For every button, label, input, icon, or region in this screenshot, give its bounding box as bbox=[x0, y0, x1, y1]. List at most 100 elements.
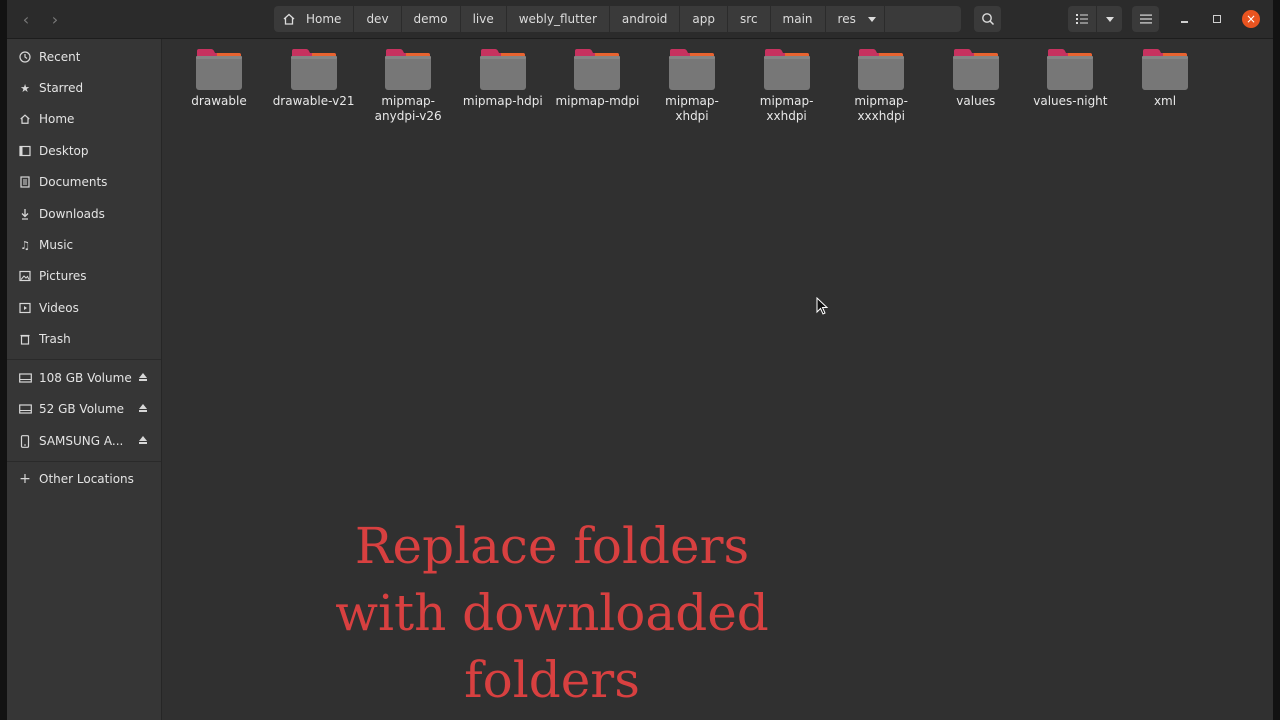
sidebar-item-downloads[interactable]: Downloads bbox=[7, 200, 161, 228]
crumb-src[interactable]: src bbox=[728, 6, 770, 32]
view-options-button[interactable] bbox=[1097, 6, 1122, 32]
file-grid[interactable]: drawable drawable-v21 mipmap-anydpi-v26 mip… bbox=[162, 39, 1273, 720]
trash-icon bbox=[18, 332, 32, 346]
chevron-right-icon: › bbox=[51, 9, 59, 29]
crumb-label: dev bbox=[366, 12, 389, 26]
folder-icon bbox=[1047, 49, 1094, 90]
folder-item[interactable]: xml bbox=[1118, 47, 1212, 109]
crumb-dev[interactable]: dev bbox=[354, 6, 401, 32]
crumb-live[interactable]: live bbox=[460, 6, 506, 32]
sidebar-item-label: 52 GB Volume bbox=[39, 402, 125, 416]
crumb-label: main bbox=[782, 12, 813, 26]
download-icon bbox=[18, 207, 32, 221]
sidebar-item-label: Recent bbox=[39, 50, 81, 64]
folder-item[interactable]: mipmap-xxxhdpi bbox=[834, 47, 928, 124]
eject-icon[interactable] bbox=[139, 404, 147, 412]
folder-icon bbox=[1142, 49, 1188, 90]
caret-down-icon bbox=[867, 16, 876, 22]
crumb-label: src bbox=[740, 12, 758, 26]
list-view-icon bbox=[1076, 14, 1088, 24]
close-button[interactable]: × bbox=[1242, 10, 1260, 28]
folder-item[interactable]: values bbox=[929, 47, 1023, 109]
star-icon: ★ bbox=[20, 81, 30, 95]
folder-name: mipmap-mdpi bbox=[555, 94, 640, 108]
sidebar-item-pictures[interactable]: Pictures bbox=[7, 262, 161, 290]
folder-name: mipmap-xxxhdpi bbox=[854, 94, 908, 123]
chevron-left-icon: ‹ bbox=[22, 9, 30, 29]
sidebar-item-videos[interactable]: Videos bbox=[7, 294, 161, 322]
folder-item[interactable]: mipmap-xhdpi bbox=[645, 47, 739, 124]
folder-icon bbox=[385, 49, 432, 90]
folder-item[interactable]: mipmap-mdpi bbox=[550, 47, 644, 109]
crumb-main[interactable]: main bbox=[770, 6, 825, 32]
close-icon: × bbox=[1245, 12, 1257, 26]
phone-icon bbox=[18, 434, 32, 448]
crumb-home[interactable]: Home bbox=[274, 6, 354, 32]
sidebar-item-label: Trash bbox=[39, 332, 71, 346]
sidebar-item-other-locations[interactable]: + Other Locations bbox=[7, 465, 161, 493]
minimize-button[interactable] bbox=[1175, 10, 1193, 28]
picture-icon bbox=[18, 269, 32, 283]
folder-icon bbox=[290, 49, 337, 90]
folder-item[interactable]: values-night bbox=[1023, 47, 1117, 109]
caret-down-icon bbox=[1105, 16, 1114, 22]
folder-item[interactable]: drawable bbox=[172, 47, 266, 109]
crumb-android[interactable]: android bbox=[609, 6, 680, 32]
crumb-label: demo bbox=[413, 12, 448, 26]
search-button[interactable] bbox=[974, 6, 1001, 32]
main-menu-button[interactable] bbox=[1132, 6, 1159, 32]
folder-icon bbox=[479, 49, 526, 90]
folder-item[interactable]: mipmap-anydpi-v26 bbox=[361, 47, 455, 124]
sidebar-item-trash[interactable]: Trash bbox=[7, 325, 161, 353]
clock-icon bbox=[18, 50, 32, 64]
sidebar-item-starred[interactable]: ★ Starred bbox=[7, 74, 161, 102]
sidebar-item-108gb-volume[interactable]: 108 GB Volume bbox=[7, 364, 161, 392]
folder-item[interactable]: mipmap-hdpi bbox=[456, 47, 550, 109]
sidebar-item-52gb-volume[interactable]: 52 GB Volume bbox=[7, 395, 161, 423]
list-view-button[interactable] bbox=[1068, 6, 1096, 32]
crumb-webly-flutter[interactable]: webly_flutter bbox=[506, 6, 609, 32]
sidebar-item-label: Documents bbox=[39, 175, 108, 189]
hamburger-menu-icon bbox=[1139, 14, 1152, 24]
sidebar-item-recent[interactable]: Recent bbox=[7, 43, 161, 71]
folder-icon bbox=[952, 49, 999, 90]
desktop-icon bbox=[18, 144, 32, 158]
eject-icon[interactable] bbox=[139, 436, 147, 444]
crumb-label: app bbox=[692, 12, 716, 26]
forward-button[interactable]: › bbox=[40, 7, 70, 31]
home-icon bbox=[283, 13, 295, 25]
back-button[interactable]: ‹ bbox=[11, 7, 41, 31]
eject-icon[interactable] bbox=[139, 373, 147, 381]
file-manager-window: ‹ › Home dev demo live webly_flutter and… bbox=[7, 0, 1273, 720]
sidebar-item-label: SAMSUNG A... bbox=[39, 434, 124, 448]
sidebar-item-documents[interactable]: Documents bbox=[7, 168, 161, 196]
mouse-pointer-icon bbox=[816, 297, 829, 315]
sidebar: Recent ★ Starred Home Desktop Documents bbox=[7, 39, 162, 720]
folder-item[interactable]: drawable-v21 bbox=[267, 47, 361, 109]
plus-icon: + bbox=[19, 471, 31, 487]
folder-name: drawable bbox=[191, 94, 247, 108]
crumb-res[interactable]: res bbox=[825, 6, 884, 32]
sidebar-separator bbox=[7, 359, 161, 360]
maximize-icon bbox=[1213, 15, 1221, 23]
sidebar-item-desktop[interactable]: Desktop bbox=[7, 137, 161, 165]
folder-icon bbox=[669, 49, 715, 90]
sidebar-item-home[interactable]: Home bbox=[7, 105, 161, 133]
crumb-app[interactable]: app bbox=[680, 6, 728, 32]
folder-name: mipmap-xxhdpi bbox=[759, 94, 814, 123]
folder-name: drawable-v21 bbox=[272, 94, 355, 108]
header-bar: ‹ › Home dev demo live webly_flutter and… bbox=[7, 0, 1273, 39]
maximize-button[interactable] bbox=[1208, 10, 1226, 28]
crumb-demo[interactable]: demo bbox=[401, 6, 460, 32]
crumb-label: Home bbox=[306, 12, 342, 26]
sidebar-item-samsung[interactable]: SAMSUNG A... bbox=[7, 427, 161, 455]
music-note-icon: ♫ bbox=[20, 238, 30, 252]
path-bar-empty[interactable] bbox=[884, 6, 961, 32]
folder-item[interactable]: mipmap-xxhdpi bbox=[740, 47, 834, 124]
drive-icon bbox=[18, 402, 32, 416]
sidebar-item-label: Downloads bbox=[39, 207, 105, 221]
home-icon bbox=[18, 112, 32, 126]
sidebar-item-music[interactable]: ♫ Music bbox=[7, 231, 161, 259]
crumb-label: res bbox=[837, 12, 856, 26]
sidebar-item-label: Starred bbox=[39, 81, 84, 95]
